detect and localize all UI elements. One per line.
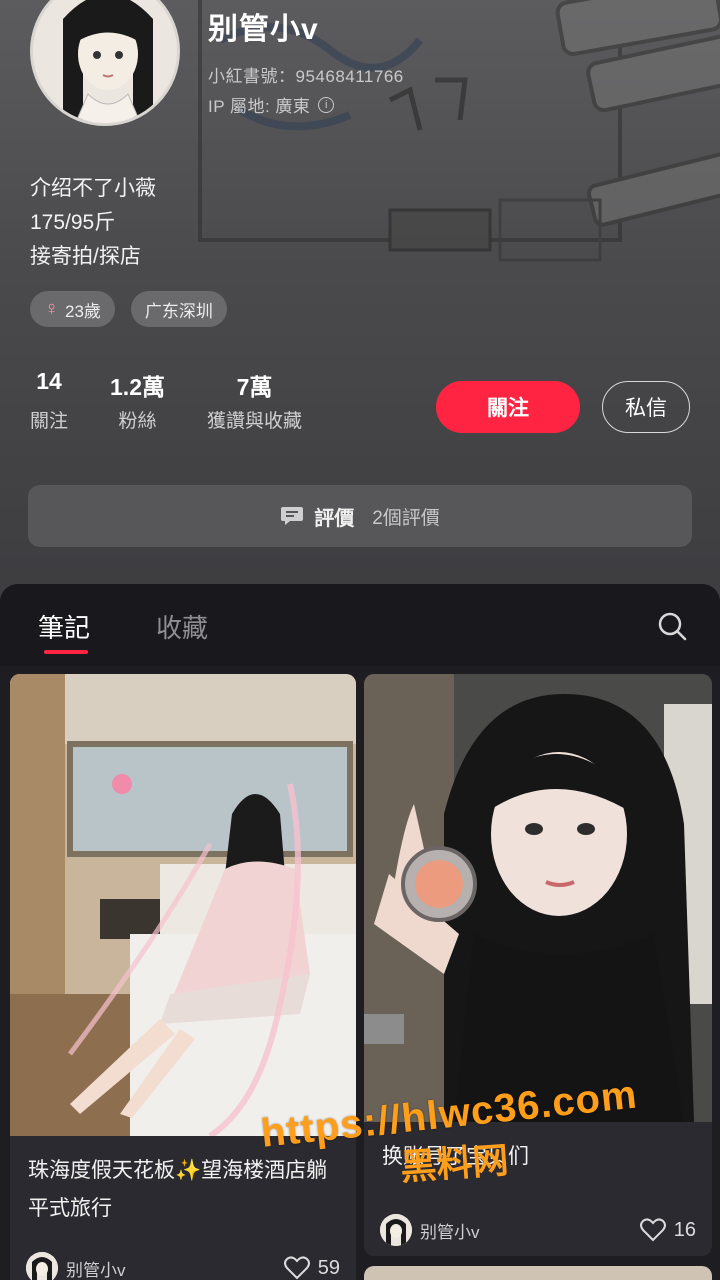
active-tab-indicator [44, 650, 88, 654]
stat-likes-collects[interactable]: 7萬 獲讚與收藏 [207, 368, 302, 433]
comment-icon [281, 507, 304, 525]
note-author-name: 别管小v [66, 1260, 126, 1280]
age-tag-label: 23歲 [65, 301, 101, 321]
profile-stats: 14 關注 1.2萬 粉絲 7萬 獲讚與收藏 [30, 368, 302, 433]
note-likes[interactable]: 16 [639, 1218, 696, 1242]
review-count: 2個評價 [372, 507, 440, 529]
avatar[interactable] [30, 0, 180, 126]
location-tag-label: 广东深圳 [144, 301, 213, 321]
note-card[interactable]: 换账号了宝贝们 别管小v 16 [364, 674, 712, 1256]
note-footer: 别管小v 59 [26, 1250, 340, 1280]
review-bar[interactable]: 評價 2個評價 [28, 485, 692, 547]
tab-bar: 筆記 收藏 [0, 584, 720, 666]
tab-collections[interactable]: 收藏 [156, 608, 208, 645]
profile-tags: ♀ 23歲 广东深圳 [30, 291, 227, 327]
note-likes[interactable]: 59 [283, 1256, 340, 1280]
note-author[interactable]: 别管小v [380, 1214, 480, 1246]
info-icon[interactable]: i [318, 96, 335, 113]
username: 别管小v [208, 13, 319, 46]
ip-location-text: IP 屬地: 廣東 [208, 97, 311, 116]
stat-value: 14 [36, 368, 62, 394]
stat-label: 關注 [30, 411, 69, 432]
note-card[interactable]: 珠海度假天花板✨望海楼酒店躺平式旅行 别管小v 59 [10, 674, 356, 1280]
heart-icon [639, 1218, 666, 1242]
bio-line: 接寄拍/探店 [30, 245, 141, 268]
note-title: 换账号了宝贝们 [382, 1145, 529, 1168]
stat-label: 粉絲 [118, 411, 157, 432]
review-title: 評價 [314, 507, 355, 530]
notes-section: 筆記 收藏 珠海度假天花板✨望海楼酒店躺平式旅行 别管小v 59 换账号了宝贝们… [0, 584, 720, 1280]
tab-notes[interactable]: 筆記 [38, 608, 90, 645]
stat-value: 7萬 [236, 374, 273, 400]
stat-value: 1.2萬 [110, 374, 165, 400]
age-tag: ♀ 23歲 [30, 291, 115, 327]
note-card[interactable] [364, 1266, 712, 1280]
stat-label: 獲讚與收藏 [207, 411, 303, 432]
venus-icon: ♀ [44, 297, 59, 320]
note-title: 珠海度假天花板✨望海楼酒店躺平式旅行 [28, 1159, 328, 1220]
red-id: 小紅書號：95468411766 [208, 67, 404, 86]
profile-header: 别管小v 小紅書號：95468411766 IP 屬地: 廣東 i 介绍不了小薇… [0, 0, 720, 600]
location-tag: 广东深圳 [130, 291, 227, 327]
bio-line: 介绍不了小薇 [30, 177, 156, 200]
note-cover-image [10, 674, 356, 1136]
note-cover-image [364, 674, 712, 1122]
follow-button[interactable]: 關注 [436, 381, 580, 433]
note-footer: 别管小v 16 [380, 1212, 696, 1248]
author-avatar [26, 1252, 58, 1280]
note-author[interactable]: 别管小v [26, 1252, 126, 1280]
heart-icon [283, 1256, 310, 1280]
note-likes-count: 59 [317, 1256, 340, 1279]
message-button[interactable]: 私信 [602, 381, 690, 433]
ip-location: IP 屬地: 廣東 i [208, 92, 335, 117]
bio-line: 175/95斤 [30, 211, 116, 234]
bio: 介绍不了小薇 175/95斤 接寄拍/探店 [30, 172, 156, 274]
stat-following[interactable]: 14 關注 [30, 368, 68, 433]
note-author-name: 别管小v [420, 1222, 480, 1242]
stat-followers[interactable]: 1.2萬 粉絲 [110, 368, 165, 433]
search-icon[interactable] [656, 610, 688, 642]
author-avatar [380, 1214, 412, 1246]
note-likes-count: 16 [673, 1218, 696, 1241]
